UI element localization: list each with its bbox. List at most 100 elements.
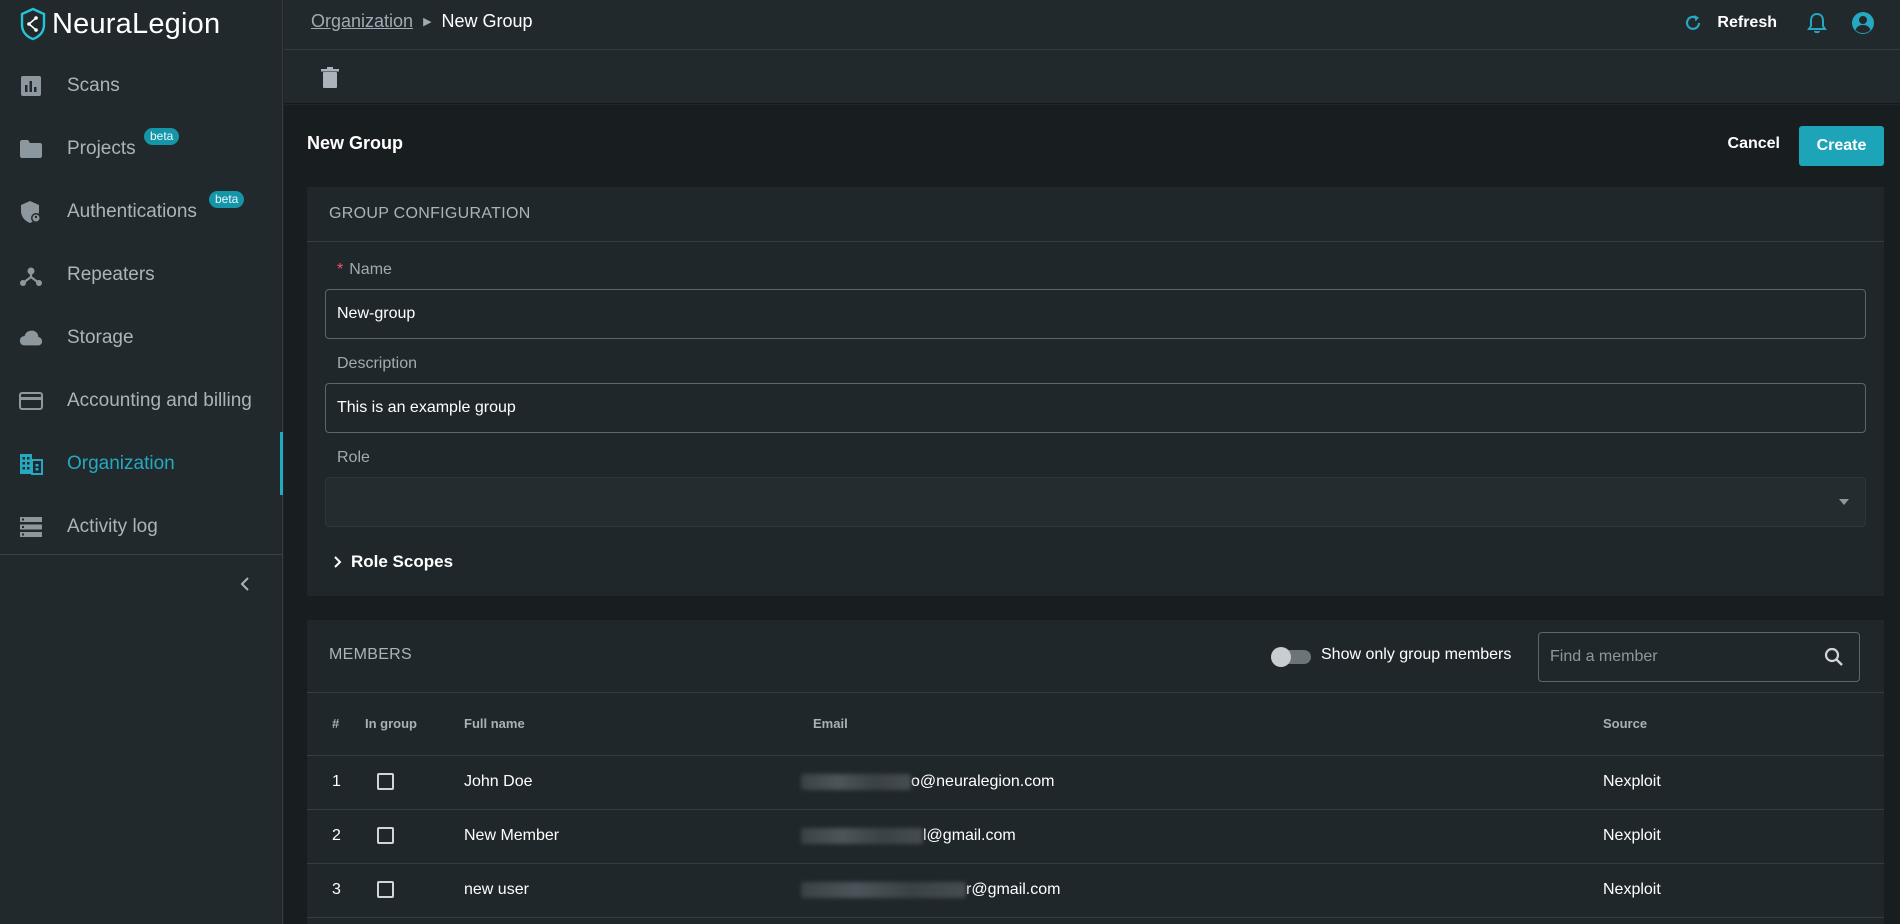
toolbar (284, 50, 1900, 104)
search-icon[interactable] (1824, 647, 1844, 667)
in-group-checkbox[interactable] (377, 881, 394, 899)
header-actions: Refresh (1683, 0, 1900, 46)
breadcrumb-current: New Group (441, 11, 533, 31)
sidebar-item-label: Scans (67, 74, 120, 96)
sidebar-item-label: Activity log (67, 515, 158, 537)
show-only-members-toggle[interactable] (1271, 647, 1311, 667)
row-email-cell: o@neuralegion.com (801, 755, 1603, 810)
name-label-text: Name (349, 261, 392, 278)
description-label: Description (337, 355, 418, 372)
row-number: 1 (307, 755, 365, 810)
group-configuration-card: GROUP CONFIGURATION * Name New-group Desc… (307, 187, 1884, 596)
chevron-left-icon[interactable] (238, 575, 252, 593)
sidebar-item-activity-log[interactable]: Activity log (0, 495, 282, 558)
sidebar-nav: Scans Projects beta Authentications beta… (0, 54, 283, 558)
sidebar-item-projects[interactable]: Projects beta (0, 117, 282, 180)
table-row: 2 New Member l@gmail.com Nexploit (307, 809, 1884, 864)
dropdown-arrow-icon (1839, 499, 1849, 505)
row-email-cell: l@gmail.com (801, 809, 1603, 864)
breadcrumb: Organization ▶ New Group (311, 11, 533, 32)
name-field[interactable]: New-group (325, 289, 1866, 339)
role-scopes-label: Role Scopes (351, 552, 454, 571)
in-group-checkbox[interactable] (377, 827, 394, 845)
name-label: * Name (337, 261, 392, 279)
redacted-email (801, 773, 911, 790)
chevron-right-icon (334, 556, 342, 568)
row-source: Nexploit (1603, 863, 1884, 918)
redacted-email (801, 881, 966, 898)
table-row: 3 new user r@gmail.com Nexploit (307, 863, 1884, 918)
bell-icon[interactable] (1807, 12, 1827, 34)
brand-name: NeuraLegion (52, 7, 221, 40)
row-source: Nexploit (1603, 755, 1884, 810)
name-value: New-group (337, 305, 416, 322)
trash-icon[interactable] (321, 67, 339, 89)
refresh-button[interactable]: Refresh (1683, 13, 1777, 33)
list-icon (19, 515, 43, 539)
row-number: 3 (307, 863, 365, 918)
row-email: r@gmail.com (966, 881, 1061, 898)
sidebar-item-authentications[interactable]: Authentications beta (0, 180, 282, 243)
row-number: 2 (307, 809, 365, 864)
role-label: Role (337, 449, 370, 466)
row-full-name: New Member (464, 809, 813, 864)
column-header-number[interactable]: # (307, 693, 365, 756)
sidebar-item-label: Accounting and billing (67, 389, 252, 411)
hub-icon (19, 263, 43, 287)
logo-icon (20, 7, 46, 41)
section-title: MEMBERS (329, 646, 412, 663)
role-select[interactable] (325, 477, 1866, 527)
sidebar-item-label: Repeaters (67, 263, 155, 285)
sidebar-item-label: Organization (67, 452, 175, 474)
members-card: MEMBERS Show only group members # In gro… (307, 620, 1884, 924)
column-header-source[interactable]: Source (1603, 693, 1884, 756)
account-icon[interactable] (1851, 11, 1875, 35)
section-title: GROUP CONFIGURATION (307, 187, 1884, 242)
logo[interactable]: NeuraLegion (0, 0, 282, 48)
sidebar-item-label: Authentications (67, 200, 197, 222)
toggle-knob (1271, 647, 1291, 667)
column-header-email[interactable]: Email (813, 693, 1603, 756)
sidebar-item-accounting[interactable]: Accounting and billing (0, 369, 282, 432)
sidebar: NeuraLegion Scans Projects beta Authenti… (0, 0, 283, 924)
beta-badge: beta (144, 128, 180, 145)
column-header-in-group[interactable]: In group (365, 693, 464, 756)
member-search-input[interactable] (1550, 633, 1810, 681)
required-marker: * (337, 261, 344, 278)
sidebar-item-scans[interactable]: Scans (0, 54, 282, 117)
member-search (1538, 632, 1860, 682)
in-group-checkbox[interactable] (377, 773, 394, 791)
row-full-name: new user (464, 863, 813, 918)
row-source: Nexploit (1603, 809, 1884, 864)
table-row: 1 John Doe o@neuralegion.com Nexploit (307, 755, 1884, 810)
row-email-cell: r@gmail.com (801, 863, 1603, 918)
top-header: Organization ▶ New Group Refresh (284, 0, 1900, 50)
sidebar-item-repeaters[interactable]: Repeaters (0, 243, 282, 306)
column-header-full-name[interactable]: Full name (464, 693, 813, 756)
sidebar-item-storage[interactable]: Storage (0, 306, 282, 369)
table-header-row: # In group Full name Email Source (307, 693, 1884, 756)
cloud-icon (19, 326, 43, 350)
members-table: # In group Full name Email Source 1 John… (307, 693, 1884, 918)
sidebar-item-organization[interactable]: Organization (0, 432, 283, 495)
beta-badge: beta (209, 191, 245, 208)
role-scopes-toggle[interactable]: Role Scopes (333, 552, 453, 572)
cancel-button[interactable]: Cancel (1728, 135, 1780, 153)
description-value: This is an example group (337, 399, 516, 416)
refresh-icon (1686, 15, 1701, 30)
breadcrumb-organization-link[interactable]: Organization (311, 11, 413, 32)
description-field[interactable]: This is an example group (325, 383, 1866, 433)
main-content: New Group Cancel Create GROUP CONFIGURAT… (284, 105, 1900, 924)
breadcrumb-separator-icon: ▶ (423, 16, 432, 28)
building-icon (19, 452, 43, 476)
sidebar-item-label: Projects (67, 137, 136, 159)
sidebar-collapse (0, 554, 283, 620)
page-title: New Group (307, 133, 404, 153)
create-button[interactable]: Create (1799, 126, 1884, 166)
sidebar-item-label: Storage (67, 326, 134, 348)
row-email: l@gmail.com (923, 827, 1016, 844)
redacted-email (801, 827, 923, 844)
chart-icon (19, 74, 43, 98)
folder-icon (19, 137, 43, 161)
members-header: MEMBERS Show only group members (307, 620, 1884, 693)
